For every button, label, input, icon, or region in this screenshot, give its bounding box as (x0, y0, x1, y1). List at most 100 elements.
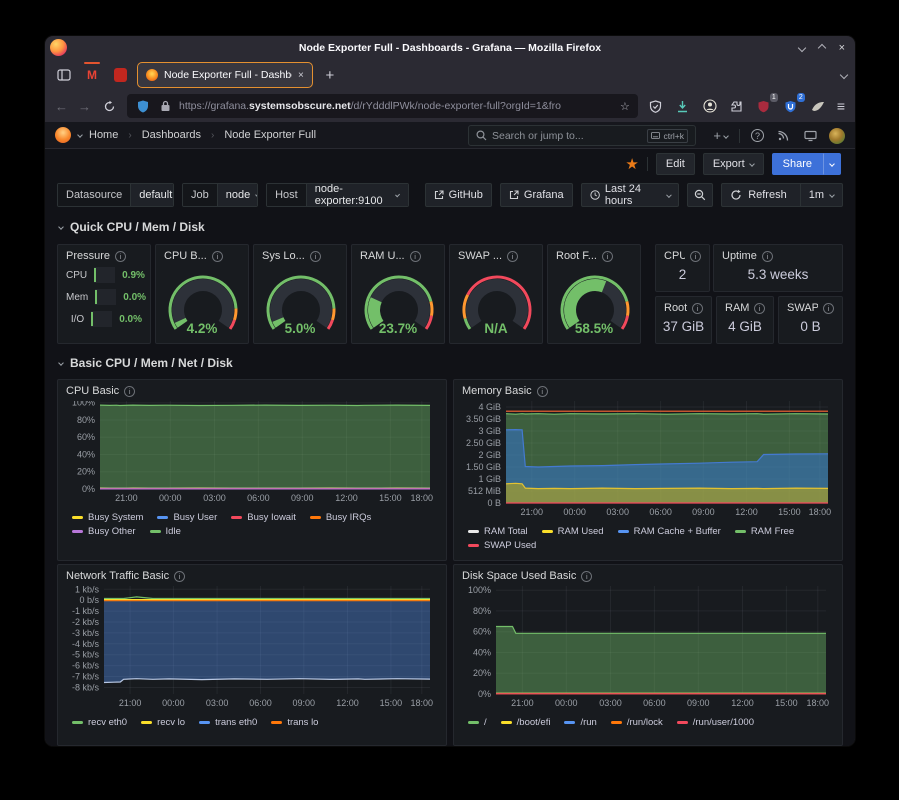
time-series-chart[interactable]: 100%80%60%40%20%0%21:0000:0003:0006:0009… (454, 584, 842, 715)
legend-item[interactable]: /run/user/1000 (677, 717, 754, 728)
svg-text:09:00: 09:00 (692, 507, 715, 517)
info-icon[interactable]: i (602, 251, 613, 262)
info-icon[interactable]: i (690, 251, 701, 262)
legend-item[interactable]: Busy System (72, 512, 143, 523)
tab-close-icon[interactable]: × (298, 70, 304, 81)
export-button[interactable]: Export (703, 153, 764, 175)
lock-icon[interactable] (157, 98, 173, 114)
legend-item[interactable]: recv eth0 (72, 717, 127, 728)
legend-item[interactable]: SWAP Used (468, 540, 536, 551)
new-button[interactable]: + (713, 128, 728, 143)
section-basic[interactable]: Basic CPU / Mem / Net / Disk (59, 356, 233, 370)
disk-space-panel: Disk Space Used Basic i 100%80%60%40%20%0… (453, 564, 843, 746)
time-range-picker[interactable]: Last 24 hours (581, 183, 680, 207)
info-icon[interactable]: i (310, 251, 321, 262)
time-series-chart[interactable]: 100%80%60%40%20%0%21:0000:0003:0006:0009… (58, 399, 446, 510)
info-icon[interactable]: i (762, 251, 773, 262)
pinned-tab-gmail[interactable]: M (81, 64, 103, 86)
grafana-logo-icon[interactable] (55, 127, 71, 143)
info-icon[interactable]: i (754, 303, 765, 314)
info-icon[interactable]: i (410, 251, 421, 262)
time-series-chart[interactable]: 1 kb/s0 b/s-1 kb/s-2 kb/s-3 kb/s-4 kb/s-… (58, 584, 446, 715)
list-tabs-icon[interactable] (840, 71, 848, 79)
share-button[interactable]: Share (772, 153, 823, 175)
display-kiosk-icon[interactable] (802, 128, 818, 144)
info-icon[interactable]: i (581, 571, 592, 582)
grey-extension-icon[interactable] (810, 98, 826, 114)
svg-text:40%: 40% (77, 450, 95, 460)
legend-item[interactable]: recv lo (141, 717, 185, 728)
window-titlebar[interactable]: Node Exporter Full - Dashboards - Grafan… (45, 36, 855, 60)
reload-button[interactable] (101, 98, 117, 114)
edit-button[interactable]: Edit (656, 153, 695, 175)
legend-item[interactable]: Idle (150, 526, 181, 537)
mini-bar-gauge (94, 267, 115, 283)
grafana-link-button[interactable]: Grafana (500, 183, 573, 207)
tracking-shield-icon[interactable] (135, 98, 151, 114)
url-bar[interactable]: https://grafana.systemsobscure.net/d/rYd… (127, 94, 638, 118)
help-icon[interactable]: ? (751, 129, 764, 142)
legend-item[interactable]: Busy IRQs (310, 512, 371, 523)
share-dropdown-button[interactable] (823, 153, 841, 175)
extensions-puzzle-icon[interactable] (729, 98, 745, 114)
job-picker[interactable]: Job node (182, 183, 258, 207)
cpu-basic-panel: CPU Basici 100%80%60%40%20%0%21:0000:000… (57, 379, 447, 561)
legend-item[interactable]: trans lo (271, 717, 318, 728)
info-icon[interactable]: i (124, 386, 135, 397)
svg-text:100%: 100% (468, 586, 491, 595)
legend-item[interactable]: RAM Used (542, 526, 604, 537)
pinned-tab-red-app[interactable] (109, 64, 131, 86)
datasource-picker[interactable]: Datasource default (57, 183, 174, 207)
bookmark-star-icon[interactable]: ☆ (620, 100, 630, 113)
info-icon[interactable]: i (115, 251, 126, 262)
menu-icon[interactable]: ≡ (837, 98, 845, 114)
section-quick-cpu[interactable]: Quick CPU / Mem / Disk (59, 220, 205, 234)
new-tab-button[interactable]: + (319, 67, 341, 84)
time-series-chart[interactable]: 4 GiB3.50 GiB3 GiB2.50 GiB2 GiB1.50 GiB1… (454, 399, 842, 524)
github-link-button[interactable]: GitHub (425, 183, 492, 207)
protections-icon[interactable] (648, 98, 664, 114)
back-button[interactable]: ← (55, 99, 68, 114)
account-icon[interactable] (702, 98, 718, 114)
network-traffic-panel: Network Traffic Basici 1 kb/s0 b/s-1 kb/… (57, 564, 447, 746)
breadcrumb-dashboards[interactable]: Dashboards (142, 129, 201, 141)
nav-expand-icon[interactable] (77, 132, 83, 138)
active-tab[interactable]: Node Exporter Full - Dashbo × (137, 62, 313, 88)
ublock-icon[interactable]: 2 (783, 98, 799, 114)
legend-item[interactable]: /run/lock (611, 717, 663, 728)
downloads-icon[interactable] (675, 98, 691, 114)
legend-item[interactable]: / (468, 717, 487, 728)
breadcrumb-home[interactable]: Home (89, 129, 118, 141)
legend-item[interactable]: Busy User (157, 512, 217, 523)
firefox-view-icon[interactable] (53, 64, 75, 86)
panel-title: Disk Space Used Basic (462, 570, 576, 582)
forward-button[interactable]: → (78, 99, 91, 114)
host-picker[interactable]: Host node-exporter:9100 (266, 183, 409, 207)
legend-item[interactable]: RAM Free (735, 526, 794, 537)
legend-item[interactable]: /run (564, 717, 596, 728)
favorite-star-icon[interactable]: ★ (625, 155, 638, 173)
info-icon[interactable]: i (174, 571, 185, 582)
refresh-button[interactable]: Refresh (722, 184, 795, 206)
info-icon[interactable]: i (537, 386, 548, 397)
search-input[interactable]: Search or jump to... ctrl+k (468, 125, 696, 146)
maximize-icon[interactable] (817, 44, 825, 52)
minimize-icon[interactable] (797, 44, 805, 52)
legend-item[interactable]: /boot/efi (501, 717, 551, 728)
info-icon[interactable]: i (212, 251, 223, 262)
legend-item[interactable]: RAM Total (468, 526, 528, 537)
close-window-icon[interactable]: × (839, 43, 845, 54)
info-icon[interactable]: i (823, 303, 834, 314)
external-link-icon (509, 190, 519, 200)
legend-item[interactable]: trans eth0 (199, 717, 257, 728)
password-manager-icon[interactable]: 1 (756, 98, 772, 114)
legend-item[interactable]: Busy Other (72, 526, 136, 537)
user-avatar[interactable] (829, 128, 845, 144)
info-icon[interactable]: i (507, 251, 518, 262)
news-rss-icon[interactable] (775, 128, 791, 144)
refresh-interval-dropdown[interactable]: 1m (800, 184, 842, 206)
zoom-out-button[interactable] (687, 183, 713, 207)
legend-item[interactable]: RAM Cache + Buffer (618, 526, 721, 537)
legend-item[interactable]: Busy Iowait (231, 512, 296, 523)
info-icon[interactable]: i (692, 303, 703, 314)
